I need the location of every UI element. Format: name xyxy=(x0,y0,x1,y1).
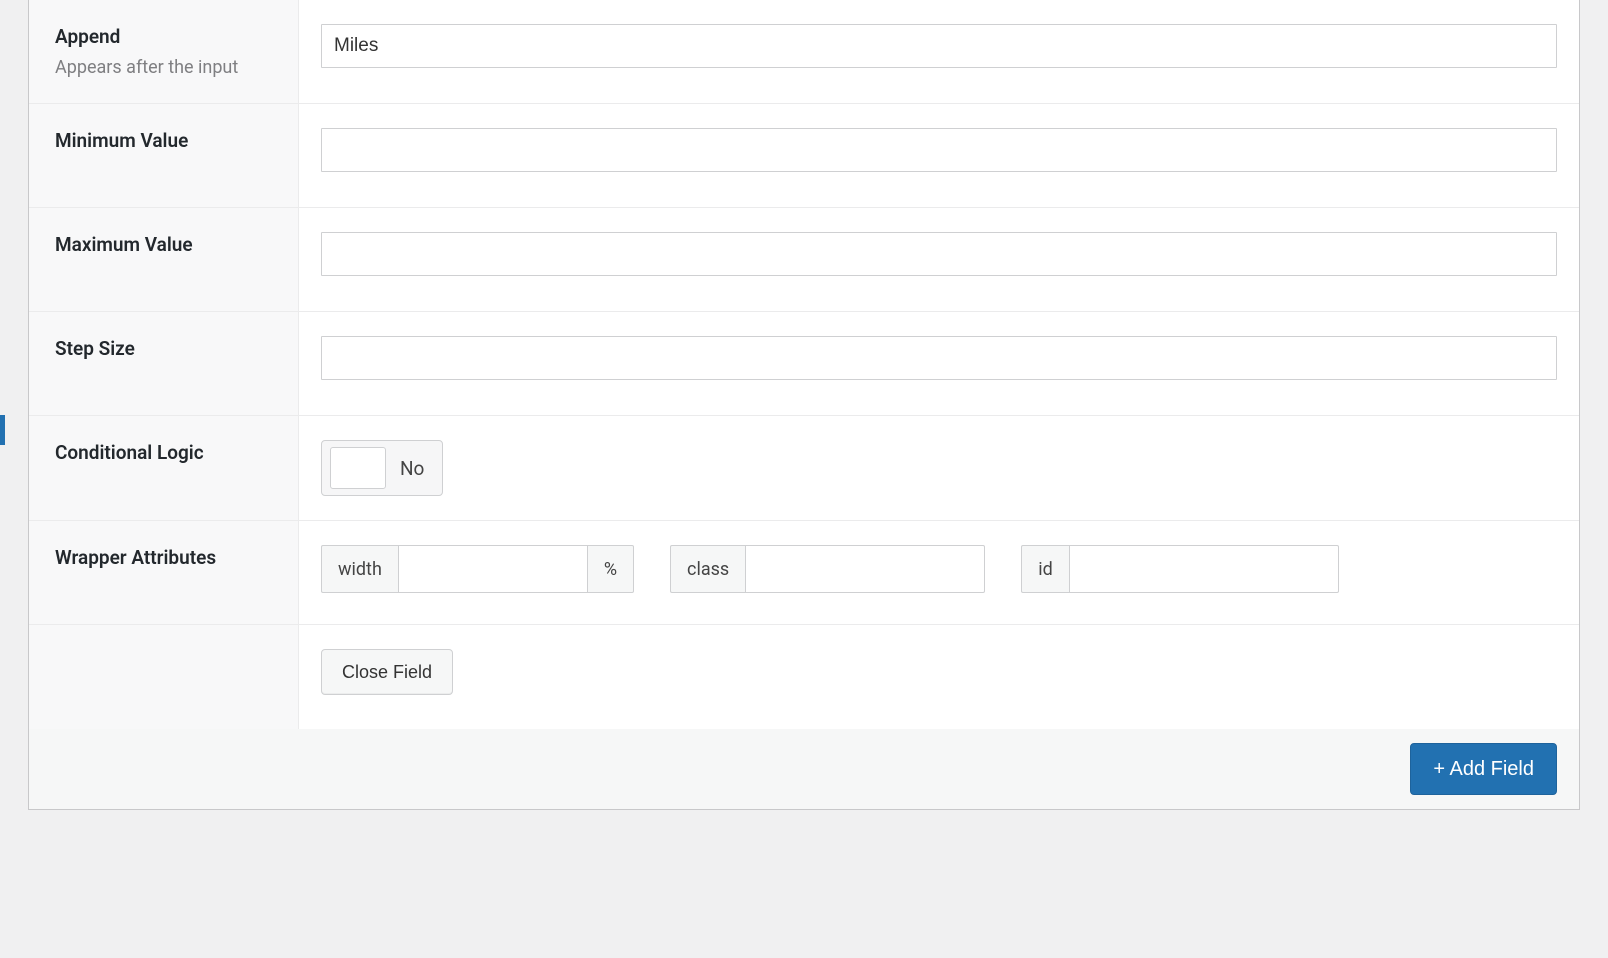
wrapper-class-input[interactable] xyxy=(745,545,985,593)
wrapper-class-group: class xyxy=(670,545,985,593)
label-col-max: Maximum Value xyxy=(29,208,299,311)
wrapper-width-unit: % xyxy=(588,545,634,593)
label-col-min: Minimum Value xyxy=(29,104,299,207)
settings-list: Append Appears after the input Minimum V… xyxy=(29,0,1579,729)
input-col-wrapper: width % class id xyxy=(299,521,1579,624)
page: Append Appears after the input Minimum V… xyxy=(0,0,1608,838)
close-field-button[interactable]: Close Field xyxy=(321,649,453,695)
row-close-field: Close Field xyxy=(29,625,1579,729)
row-append: Append Appears after the input xyxy=(29,0,1579,104)
field-settings-panel: Append Appears after the input Minimum V… xyxy=(28,0,1580,810)
label-col-empty xyxy=(29,625,299,729)
input-col-append xyxy=(299,0,1579,103)
label-wrapper-attributes: Wrapper Attributes xyxy=(55,545,272,572)
input-col-close: Close Field xyxy=(299,625,1579,729)
row-maximum-value: Maximum Value xyxy=(29,208,1579,312)
panel-footer: + Add Field xyxy=(29,729,1579,809)
wrapper-id-label: id xyxy=(1021,545,1069,593)
label-step-size: Step Size xyxy=(55,336,272,363)
wrapper-width-group: width % xyxy=(321,545,634,593)
input-col-min xyxy=(299,104,1579,207)
toggle-state-label: No xyxy=(400,457,424,480)
input-col-conditional: No xyxy=(299,416,1579,520)
label-col-append: Append Appears after the input xyxy=(29,0,299,103)
accent-indicator xyxy=(0,415,5,445)
label-col-step: Step Size xyxy=(29,312,299,415)
label-append: Append xyxy=(55,24,272,51)
label-maximum-value: Maximum Value xyxy=(55,232,272,259)
toggle-knob xyxy=(330,447,386,489)
label-col-conditional: Conditional Logic xyxy=(29,416,299,520)
wrapper-width-label: width xyxy=(321,545,398,593)
step-size-input[interactable] xyxy=(321,336,1557,380)
label-conditional-logic: Conditional Logic xyxy=(55,440,272,467)
minimum-value-input[interactable] xyxy=(321,128,1557,172)
input-col-max xyxy=(299,208,1579,311)
conditional-logic-toggle[interactable]: No xyxy=(321,440,443,496)
maximum-value-input[interactable] xyxy=(321,232,1557,276)
label-minimum-value: Minimum Value xyxy=(55,128,272,155)
row-step-size: Step Size xyxy=(29,312,1579,416)
row-wrapper-attributes: Wrapper Attributes width % class xyxy=(29,521,1579,625)
wrapper-width-input[interactable] xyxy=(398,545,588,593)
desc-append: Appears after the input xyxy=(55,57,272,78)
add-field-button[interactable]: + Add Field xyxy=(1410,743,1557,795)
row-minimum-value: Minimum Value xyxy=(29,104,1579,208)
wrapper-id-group: id xyxy=(1021,545,1339,593)
wrapper-id-input[interactable] xyxy=(1069,545,1339,593)
input-col-step xyxy=(299,312,1579,415)
wrapper-group: width % class id xyxy=(321,545,1557,593)
wrapper-class-label: class xyxy=(670,545,745,593)
row-conditional-logic: Conditional Logic No xyxy=(29,416,1579,521)
label-col-wrapper: Wrapper Attributes xyxy=(29,521,299,624)
append-input[interactable] xyxy=(321,24,1557,68)
